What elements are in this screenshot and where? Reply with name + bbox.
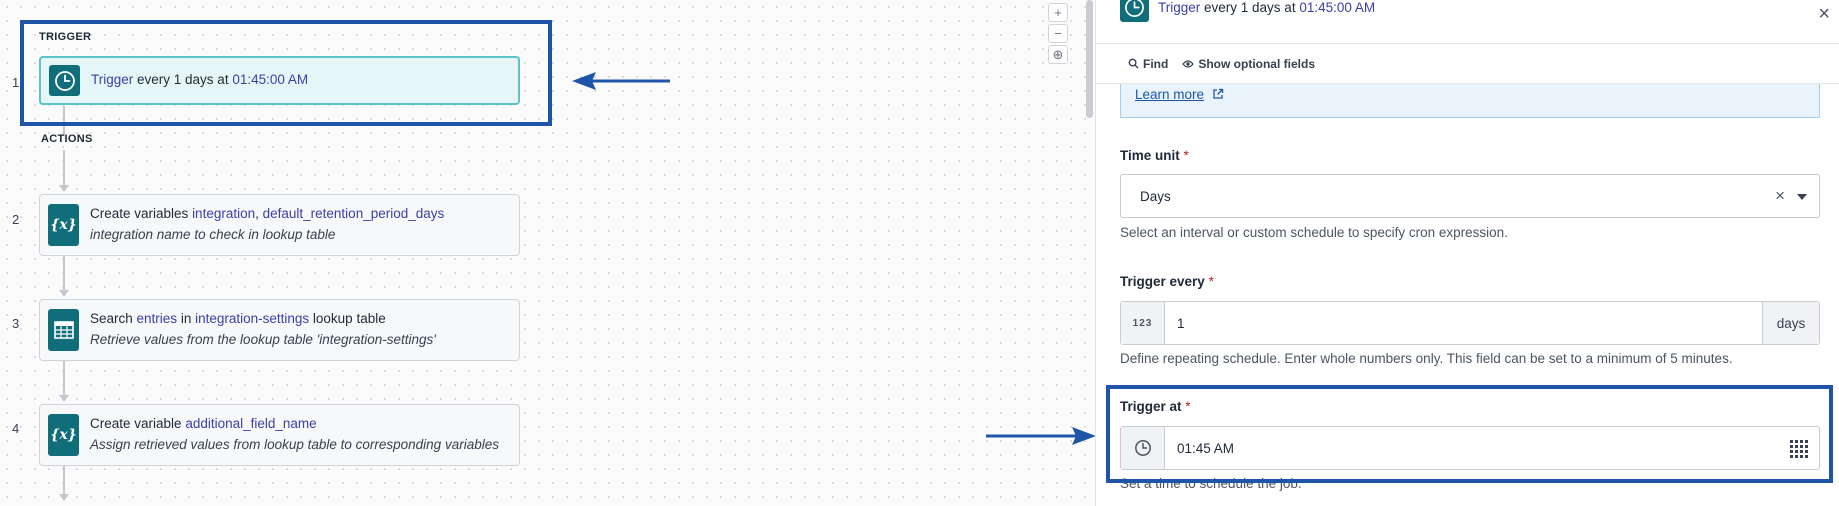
- trigger-every-input[interactable]: 1: [1165, 302, 1762, 344]
- step-title: Create variable additional_field_name As…: [90, 414, 499, 456]
- trigger-every-input-group: 123 1 days: [1120, 301, 1820, 345]
- find-button[interactable]: Find: [1128, 57, 1168, 71]
- create-variable-step-card[interactable]: {x} Create variable additional_field_nam…: [39, 404, 520, 466]
- learn-more-link[interactable]: Learn more: [1135, 87, 1204, 102]
- panel-title-part: every 1 days at: [1200, 0, 1300, 15]
- chevron-down-icon[interactable]: [1797, 194, 1807, 200]
- step-title-part: default_retention_period_days: [262, 206, 445, 222]
- step-connector: [63, 256, 65, 291]
- info-callout: Learn more: [1120, 84, 1820, 118]
- step-title-part: integration-settings: [195, 311, 310, 327]
- find-label: Find: [1143, 56, 1169, 71]
- trigger-every-unit: days: [1762, 302, 1819, 344]
- actions-section-label: ACTIONS: [41, 133, 93, 145]
- step-number: 2: [12, 212, 20, 227]
- time-unit-select[interactable]: Days ×: [1120, 174, 1820, 218]
- trigger-every-label-text: Trigger every: [1120, 274, 1205, 289]
- table-icon: [48, 309, 79, 351]
- external-link-icon: [1212, 88, 1223, 99]
- panel-header: Trigger every 1 days at 01:45:00 AM ×: [1096, 0, 1839, 44]
- zoom-out-button[interactable]: −: [1048, 24, 1068, 43]
- step-number: 1: [12, 75, 20, 90]
- panel-title: Trigger every 1 days at 01:45:00 AM: [1158, 0, 1375, 15]
- search-icon: [1128, 58, 1139, 69]
- braces-x-icon: {x}: [48, 204, 79, 246]
- search-lookup-step-card[interactable]: Search entries in integration-settings l…: [39, 299, 520, 361]
- panel-toolbar: Find Show optional fields: [1096, 44, 1839, 84]
- required-marker: *: [1183, 148, 1189, 163]
- step-subtitle: Retrieve values from the lookup table 'i…: [90, 332, 436, 347]
- required-marker: *: [1208, 274, 1214, 289]
- step-title: Search entries in integration-settings l…: [90, 309, 436, 351]
- highlight-box-trigger-at: [1106, 385, 1833, 483]
- canvas-scrollbar[interactable]: [1086, 0, 1093, 118]
- show-optional-fields-button[interactable]: Show optional fields: [1182, 57, 1315, 71]
- step-subtitle: integration name to check in lookup tabl…: [90, 227, 336, 242]
- step-title: Create variables integration, default_re…: [90, 204, 444, 246]
- panel-title-part: 01:45:00 AM: [1299, 0, 1376, 15]
- time-unit-label-text: Time unit: [1120, 148, 1180, 163]
- connector-arrowhead: [59, 290, 69, 297]
- fit-view-button[interactable]: ⊕: [1048, 45, 1068, 64]
- highlight-box-trigger: [20, 20, 552, 126]
- step-number: 4: [12, 421, 20, 436]
- step-title-part: integration: [192, 206, 256, 222]
- time-unit-label: Time unit *: [1120, 148, 1189, 163]
- step-config-panel: Trigger every 1 days at 01:45:00 AM × Fi…: [1095, 0, 1839, 506]
- clear-icon[interactable]: ×: [1775, 186, 1785, 206]
- step-subtitle: Assign retrieved values from lookup tabl…: [90, 437, 499, 452]
- step-title-part: lookup table: [309, 311, 386, 327]
- step-connector: [63, 466, 65, 496]
- annotation-arrow: [572, 72, 670, 90]
- trigger-every-help: Define repeating schedule. Enter whole n…: [1120, 351, 1733, 366]
- step-title-part: Create variables: [90, 206, 193, 222]
- connector-arrowhead: [59, 185, 69, 192]
- trigger-every-label: Trigger every *: [1120, 274, 1214, 289]
- step-title-part: Create variable: [90, 416, 186, 432]
- step-connector: [63, 361, 65, 396]
- clock-icon: [1120, 0, 1149, 22]
- zoom-controls: + − ⊕: [1048, 3, 1070, 64]
- step-title-part: entries: [136, 311, 178, 327]
- step-title-part: in: [177, 311, 196, 327]
- connector-arrowhead: [59, 494, 69, 501]
- time-unit-help: Select an interval or custom schedule to…: [1120, 225, 1508, 240]
- connector-arrowhead: [59, 395, 69, 402]
- panel-title-part: Trigger: [1158, 0, 1201, 15]
- time-unit-value: Days: [1140, 188, 1171, 204]
- close-icon[interactable]: ×: [1818, 3, 1830, 26]
- zoom-in-button[interactable]: +: [1048, 3, 1068, 22]
- create-variables-step-card[interactable]: {x} Create variables integration, defaul…: [39, 194, 520, 256]
- step-title-part: Search: [90, 311, 137, 327]
- step-title-part: additional_field_name: [185, 416, 317, 432]
- step-title-part: ,: [255, 206, 263, 222]
- show-optional-fields-label: Show optional fields: [1198, 56, 1315, 71]
- step-number: 3: [12, 316, 20, 331]
- annotation-arrow: [986, 427, 1095, 445]
- step-connector: [63, 150, 65, 186]
- eye-icon: [1182, 59, 1195, 68]
- braces-x-icon: {x}: [48, 414, 79, 456]
- number-type-icon: 123: [1121, 302, 1165, 344]
- recipe-canvas: TRIGGER 1 Trigger every 1 days at 01:45:…: [0, 0, 1095, 506]
